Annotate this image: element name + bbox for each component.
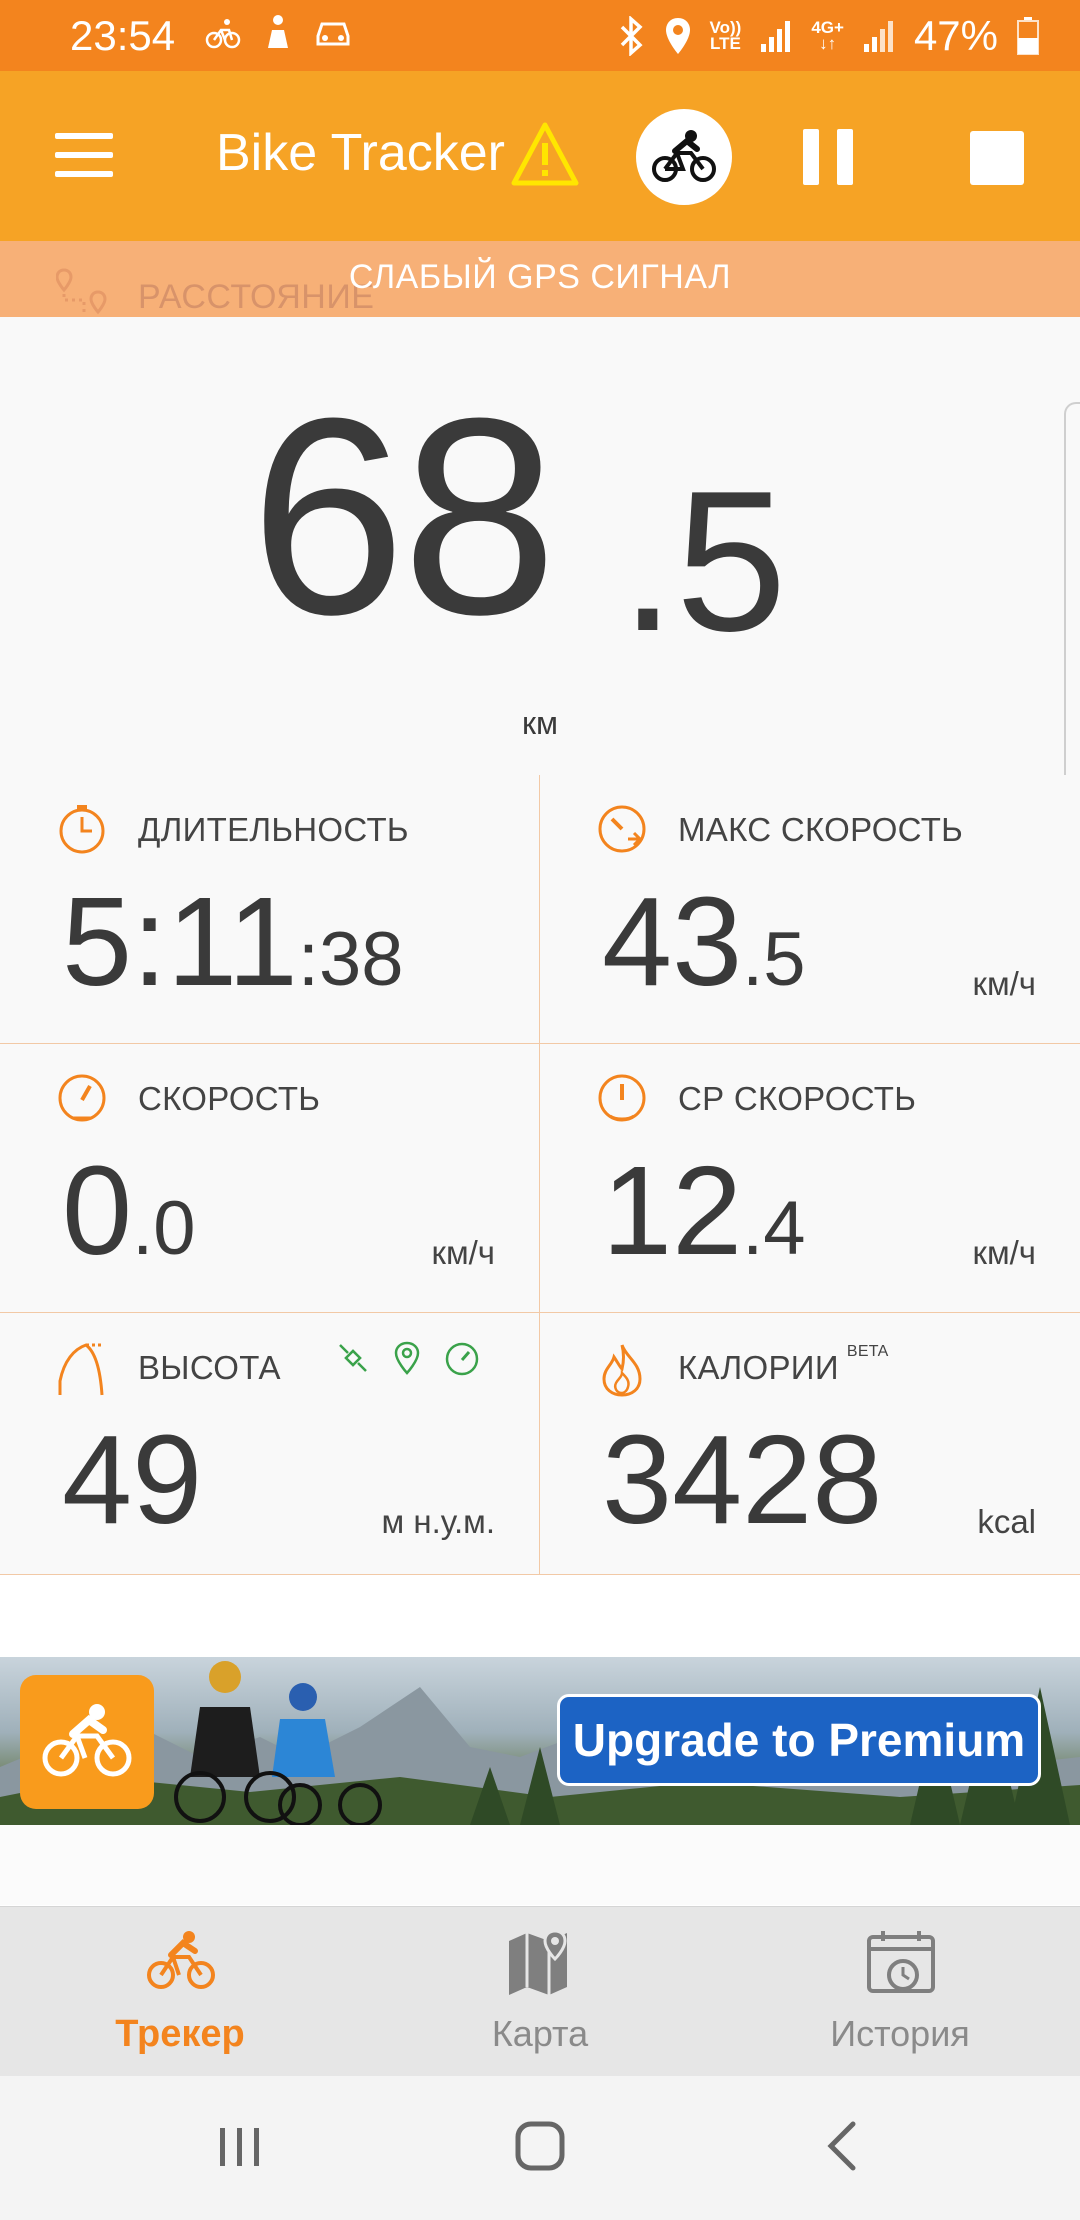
bicycle-icon: [652, 130, 716, 182]
battery-percent: 47%: [913, 12, 998, 59]
duration-cell[interactable]: ДЛИТЕЛЬНОСТЬ 5:11:38: [0, 775, 540, 1044]
max-speed-unit: км/ч: [972, 965, 1037, 1002]
system-navigation-bar: [0, 2076, 1080, 2220]
avg-speed-unit: км/ч: [972, 1234, 1037, 1271]
calories-cell[interactable]: КАЛОРИИ BETA 3428 kcal: [540, 1313, 1080, 1575]
app-bar: Bike Tracker: [0, 71, 1080, 241]
recent-apps-icon[interactable]: [210, 2116, 270, 2176]
calendar-history-icon: [867, 1931, 935, 1993]
avg-speed-cell[interactable]: СР СКОРОСТЬ 12.4 км/ч: [540, 1044, 1080, 1313]
activity-type-button[interactable]: [636, 109, 732, 205]
avg-speed-value: 12.4: [602, 1140, 806, 1281]
pause-button[interactable]: [803, 129, 853, 185]
tab-map[interactable]: Карта: [360, 1907, 720, 2077]
clock-icon: [59, 805, 105, 854]
duration-label: ДЛИТЕЛЬНОСТЬ: [138, 811, 409, 848]
bluetooth-icon: [620, 16, 643, 56]
avg-speed-label: СР СКОРОСТЬ: [678, 1080, 917, 1117]
back-icon[interactable]: [815, 2116, 875, 2176]
beta-badge: BETA: [846, 1343, 889, 1360]
speedometer-icon: [58, 1074, 106, 1122]
data-indicator: 4G+ ↓↑: [811, 18, 844, 53]
speed-label: СКОРОСТЬ: [138, 1080, 321, 1117]
status-right: Vo)) LTE 4G+ ↓↑ 47%: [616, 12, 1040, 60]
warning-triangle-icon[interactable]: [510, 121, 580, 187]
flame-icon: [602, 1344, 642, 1397]
altitude-unit: м н.у.м.: [381, 1503, 495, 1540]
menu-button[interactable]: [55, 133, 113, 179]
premium-ad-banner[interactable]: Upgrade to Premium: [0, 1657, 1080, 1825]
tracker-bike-icon: [147, 1931, 215, 1989]
distance-panel: 68 .5 км: [0, 317, 1080, 826]
altitude-value: 49: [62, 1409, 203, 1550]
max-speed-value: 43.5: [602, 871, 806, 1012]
speed-value: 0.0: [62, 1140, 196, 1281]
distance-value-whole: 68: [250, 361, 557, 673]
app-logo-button[interactable]: [20, 1675, 154, 1809]
page-scroll-handle[interactable]: [1064, 402, 1080, 826]
volte-indicator: Vo)) LTE: [709, 18, 742, 53]
tab-tracker[interactable]: Трекер: [0, 1907, 360, 2077]
max-speed-icon: [598, 805, 646, 853]
duration-value: 5:11:38: [62, 871, 404, 1012]
altitude-source-icons: [336, 1341, 480, 1377]
upgrade-premium-button[interactable]: Upgrade to Premium: [557, 1694, 1041, 1786]
speed-cell[interactable]: СКОРОСТЬ 0.0 км/ч: [0, 1044, 540, 1313]
gps-pin-icon[interactable]: [392, 1341, 422, 1375]
ad-footer-space: [0, 1825, 1080, 1905]
tab-tracker-label: Трекер: [115, 2013, 245, 2055]
app-title: Bike Tracker: [216, 124, 505, 182]
location-icon: [665, 18, 690, 54]
menu-icon: [55, 133, 113, 139]
max-speed-cell[interactable]: МАКС СКОРОСТЬ 43.5 км/ч: [540, 775, 1080, 1044]
tab-history[interactable]: История: [720, 1907, 1080, 2077]
gps-warning-text: СЛАБЫЙ GPS СИГНАЛ: [348, 258, 732, 296]
status-bar: 23:54 Vo)) LTE 4G+ ↓↑ 47%: [0, 0, 1080, 71]
car-notification-icon: [316, 22, 350, 46]
calories-unit: kcal: [977, 1503, 1036, 1540]
signal-icon-2: [863, 21, 893, 52]
home-icon[interactable]: [510, 2116, 570, 2176]
altitude-cell[interactable]: ВЫСОТА 49 м н.у.м.: [0, 1313, 540, 1575]
altitude-label: ВЫСОТА: [138, 1349, 281, 1386]
pause-icon: [803, 129, 819, 185]
barometer-icon[interactable]: [444, 1341, 480, 1377]
signal-icon-1: [761, 21, 791, 52]
bottom-navigation: Трекер Карта История: [0, 1906, 1080, 2077]
tab-history-label: История: [830, 2013, 970, 2054]
stop-button[interactable]: [970, 131, 1024, 185]
battery-icon: [1017, 17, 1039, 55]
tab-map-label: Карта: [491, 2013, 589, 2054]
distance-unit: км: [522, 705, 558, 741]
speed-unit: км/ч: [431, 1234, 496, 1271]
avg-speed-icon: [598, 1074, 646, 1122]
distance-value-decimal: .5: [620, 450, 787, 673]
calories-value: 3428: [602, 1409, 883, 1550]
cycling-notification-icon: [205, 19, 241, 49]
status-time: 23:54: [70, 12, 176, 59]
calories-label: КАЛОРИИ BETA: [678, 1343, 889, 1386]
person-notification-icon: [268, 15, 288, 48]
max-speed-label: МАКС СКОРОСТЬ: [678, 811, 964, 848]
satellite-icon[interactable]: [336, 1341, 370, 1375]
altitude-icon: [58, 1343, 104, 1396]
cyclist-logo-icon: [42, 1704, 132, 1777]
map-icon: [509, 1929, 567, 1995]
